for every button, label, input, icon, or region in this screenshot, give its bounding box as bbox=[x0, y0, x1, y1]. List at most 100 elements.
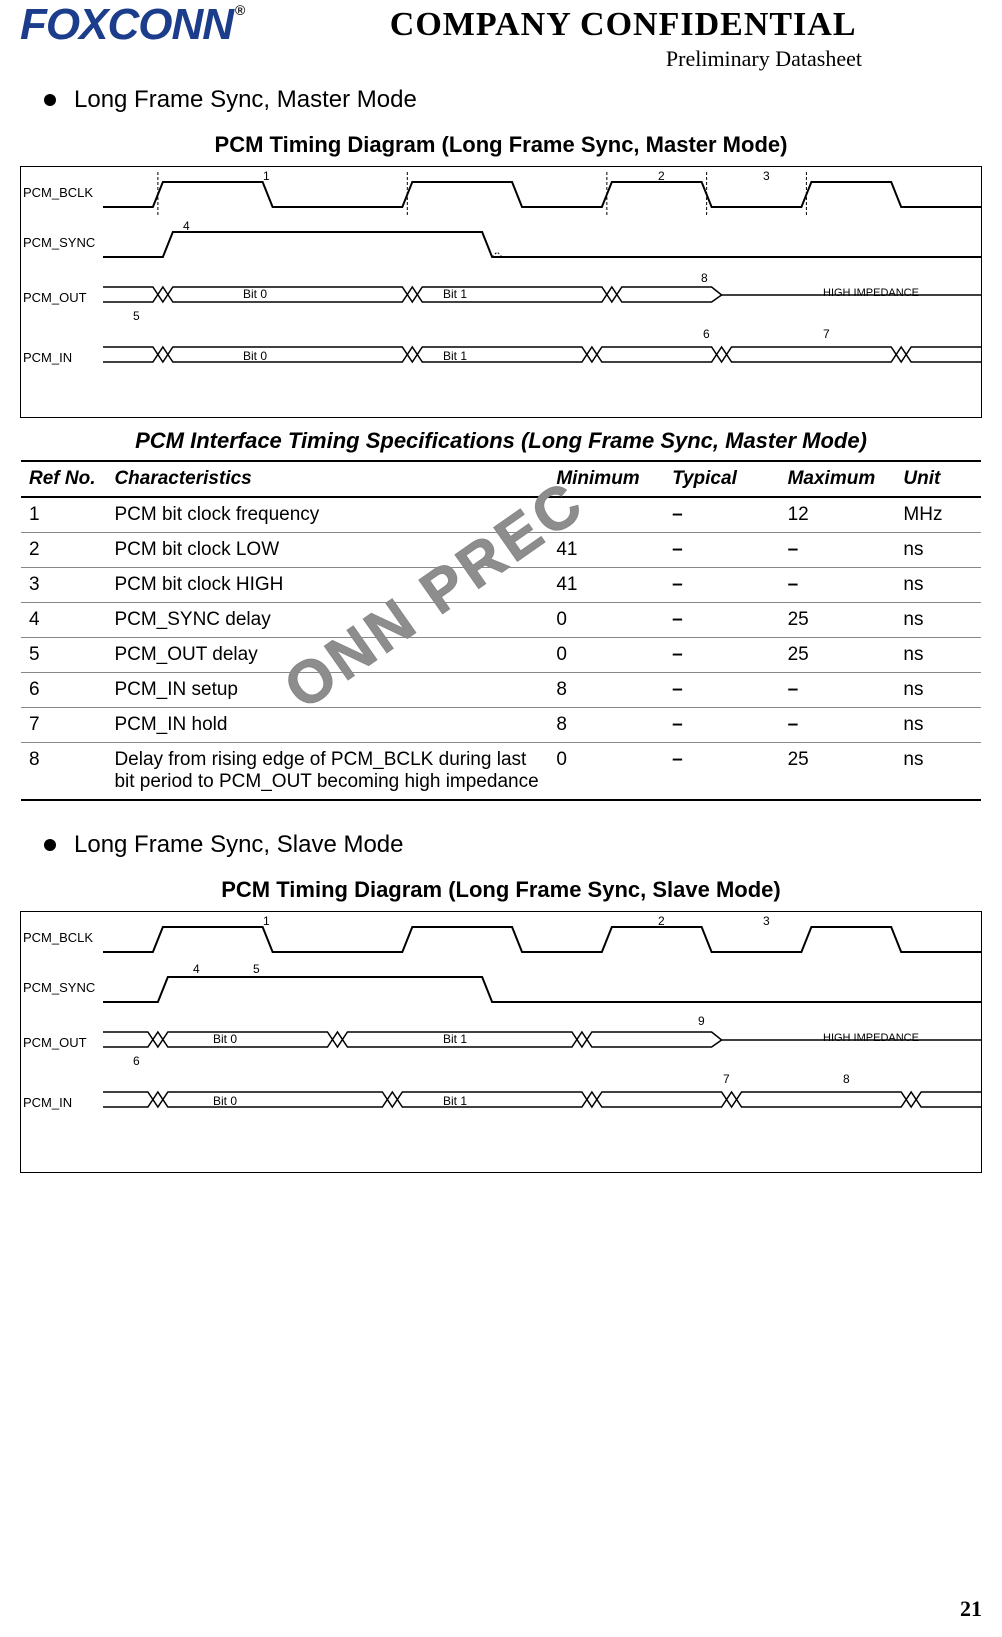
cell-char: Delay from rising edge of PCM_BCLK durin… bbox=[106, 743, 548, 801]
marker-6: 6 bbox=[133, 1054, 140, 1068]
cell-ref: 7 bbox=[21, 708, 106, 743]
marker-1: 1 bbox=[263, 914, 270, 928]
th-unit: Unit bbox=[895, 461, 981, 497]
cell-char: PCM bit clock frequency bbox=[106, 497, 548, 533]
cell-typ: – bbox=[664, 743, 780, 801]
cell-ref: 6 bbox=[21, 673, 106, 708]
cell-char: PCM_SYNC delay bbox=[106, 603, 548, 638]
cell-min bbox=[548, 497, 664, 533]
cell-max: 25 bbox=[780, 603, 896, 638]
cell-ref: 8 bbox=[21, 743, 106, 801]
timing-diagram-master: PCM_BCLK 1 2 3 PCM_SYNC 4 bbox=[20, 166, 982, 418]
bit1-label: Bit 1 bbox=[443, 349, 467, 363]
lane-bclk: PCM_BCLK 1 2 3 bbox=[21, 912, 981, 962]
cell-max: 25 bbox=[780, 743, 896, 801]
signal-label: PCM_OUT bbox=[21, 290, 103, 305]
bit0-label: Bit 0 bbox=[213, 1094, 237, 1108]
confidential-title: COMPANY CONFIDENTIAL bbox=[264, 6, 982, 44]
bit0-label: Bit 0 bbox=[213, 1032, 237, 1046]
marker-2: 2 bbox=[658, 914, 665, 928]
cell-ref: 3 bbox=[21, 568, 106, 603]
section-bullet-master: Long Frame Sync, Master Mode bbox=[44, 86, 982, 114]
cell-char: PCM bit clock LOW bbox=[106, 533, 548, 568]
cell-min: 0 bbox=[548, 638, 664, 673]
hiz-label: HIGH IMPEDANCE bbox=[823, 1032, 919, 1044]
cell-min: 0 bbox=[548, 603, 664, 638]
marker-7: 7 bbox=[823, 327, 830, 341]
cell-typ: – bbox=[664, 497, 780, 533]
lane-sync: PCM_SYNC 4 5 bbox=[21, 962, 981, 1012]
cell-typ: – bbox=[664, 568, 780, 603]
spec-table-title: PCM Interface Timing Specifications (Lon… bbox=[20, 428, 982, 454]
marker-8: 8 bbox=[843, 1072, 850, 1086]
page: FOXCONN ® COMPANY CONFIDENTIAL Prelimina… bbox=[0, 0, 1002, 1637]
cell-ref: 5 bbox=[21, 638, 106, 673]
cell-ref: 4 bbox=[21, 603, 106, 638]
cell-typ: – bbox=[664, 533, 780, 568]
hiz-label: HIGH IMPEDANCE bbox=[823, 287, 919, 299]
cell-min: 8 bbox=[548, 708, 664, 743]
cell-max: – bbox=[780, 673, 896, 708]
signal-label: PCM_IN bbox=[21, 1095, 103, 1110]
spec-table: Ref No. Characteristics Minimum Typical … bbox=[21, 460, 981, 801]
marker-3: 3 bbox=[763, 169, 770, 183]
bit0-label: Bit 0 bbox=[243, 287, 267, 301]
signal-label: PCM_BCLK bbox=[21, 185, 103, 200]
logo-text: FOXCONN bbox=[20, 0, 233, 50]
bit1-label: Bit 1 bbox=[443, 1032, 467, 1046]
cell-typ: – bbox=[664, 708, 780, 743]
cell-max: 12 bbox=[780, 497, 896, 533]
header: FOXCONN ® COMPANY CONFIDENTIAL Prelimina… bbox=[20, 0, 982, 72]
marker-4: 4 bbox=[183, 219, 190, 233]
signal-label: PCM_OUT bbox=[21, 1035, 103, 1050]
cell-unit: ns bbox=[895, 533, 981, 568]
marker-9: 9 bbox=[698, 1014, 705, 1028]
cell-unit: ns bbox=[895, 568, 981, 603]
th-max: Maximum bbox=[780, 461, 896, 497]
cell-ref: 1 bbox=[21, 497, 106, 533]
lane-out: PCM_OUT 5 8 Bit 0 Bit 1 HIGH IMPEDANCE bbox=[21, 267, 981, 327]
cell-unit: ns bbox=[895, 673, 981, 708]
marker-3: 3 bbox=[763, 914, 770, 928]
cell-typ: – bbox=[664, 603, 780, 638]
page-number: 21 bbox=[960, 1596, 982, 1622]
diagram-title-master: PCM Timing Diagram (Long Frame Sync, Mas… bbox=[20, 132, 982, 158]
cell-min: 0 bbox=[548, 743, 664, 801]
lane-sync: PCM_SYNC 4 bbox=[21, 217, 981, 267]
title-block: COMPANY CONFIDENTIAL Preliminary Datashe… bbox=[264, 6, 982, 72]
cell-typ: – bbox=[664, 638, 780, 673]
lane-out: PCM_OUT 6 9 Bit 0 Bit 1 HIGH IMPEDANCE bbox=[21, 1012, 981, 1072]
bit0-label: Bit 0 bbox=[243, 349, 267, 363]
cell-min: 41 bbox=[548, 533, 664, 568]
cell-char: PCM bit clock HIGH bbox=[106, 568, 548, 603]
marker-1: 1 bbox=[263, 169, 270, 183]
signal-label: PCM_BCLK bbox=[21, 930, 103, 945]
cell-char: PCM_OUT delay bbox=[106, 638, 548, 673]
marker-5: 5 bbox=[133, 309, 140, 323]
lane-in: PCM_IN 6 7 Bit 0 Bit 1 bbox=[21, 327, 981, 387]
table-row: 2PCM bit clock LOW41––ns bbox=[21, 533, 981, 568]
section-bullet-slave: Long Frame Sync, Slave Mode bbox=[44, 831, 982, 859]
table-row: 3PCM bit clock HIGH41––ns bbox=[21, 568, 981, 603]
marker-4: 4 bbox=[193, 962, 200, 976]
cell-unit: MHz bbox=[895, 497, 981, 533]
cell-unit: ns bbox=[895, 708, 981, 743]
cell-unit: ns bbox=[895, 603, 981, 638]
table-row: 7PCM_IN hold8––ns bbox=[21, 708, 981, 743]
table-row: 8Delay from rising edge of PCM_BCLK duri… bbox=[21, 743, 981, 801]
marker-5: 5 bbox=[253, 962, 260, 976]
signal-label: PCM_SYNC bbox=[21, 980, 103, 995]
cell-min: 41 bbox=[548, 568, 664, 603]
marker-8: 8 bbox=[701, 271, 708, 285]
cell-unit: ns bbox=[895, 638, 981, 673]
lane-in: PCM_IN 7 8 Bit 0 Bit 1 bbox=[21, 1072, 981, 1132]
table-header-row: Ref No. Characteristics Minimum Typical … bbox=[21, 461, 981, 497]
bit1-label: Bit 1 bbox=[443, 287, 467, 301]
preliminary-subtitle: Preliminary Datasheet bbox=[264, 46, 862, 72]
table-row: 5PCM_OUT delay0–25ns bbox=[21, 638, 981, 673]
cell-char: PCM_IN setup bbox=[106, 673, 548, 708]
company-logo: FOXCONN ® bbox=[20, 0, 244, 50]
bit1-label: Bit 1 bbox=[443, 1094, 467, 1108]
cell-max: – bbox=[780, 533, 896, 568]
bullet-icon bbox=[44, 94, 56, 106]
